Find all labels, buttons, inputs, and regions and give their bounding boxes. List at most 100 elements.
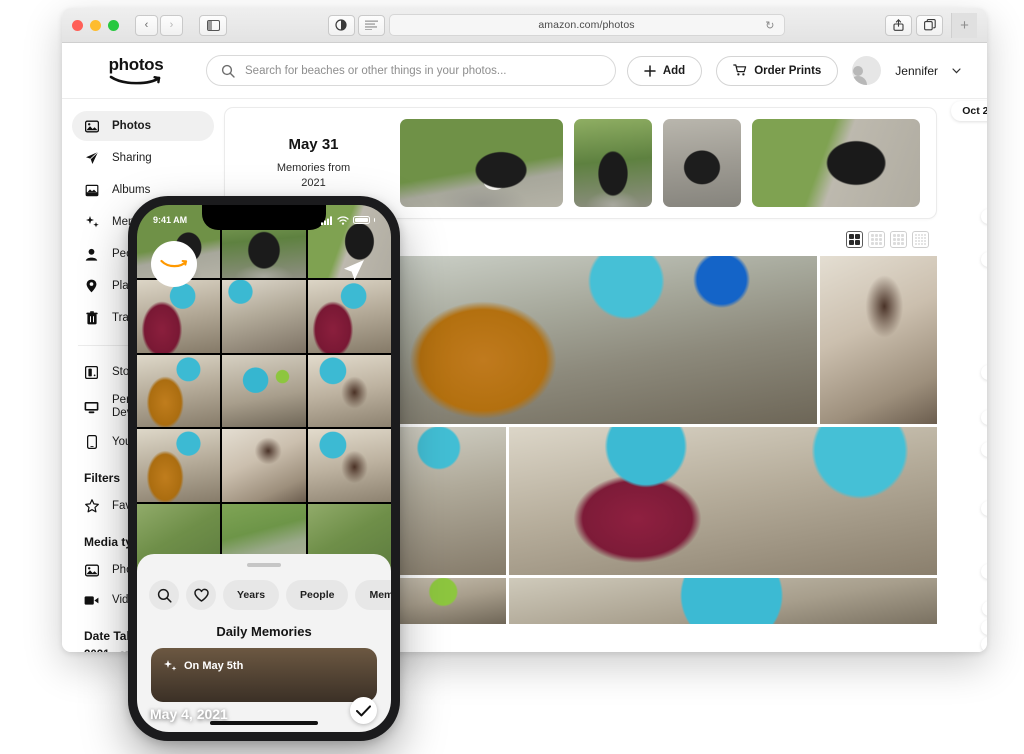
star-icon: [84, 499, 99, 513]
memory-thumbnail[interactable]: [752, 119, 920, 207]
phone-photo-cell[interactable]: [307, 354, 391, 428]
memory-thumbnail[interactable]: [400, 119, 563, 207]
share-icon: [893, 19, 904, 31]
photo-cell[interactable]: [509, 427, 937, 575]
timeline-year[interactable]: 2013: [980, 501, 987, 516]
avatar[interactable]: [852, 56, 882, 85]
phone-photo-cell[interactable]: [307, 279, 391, 353]
phone-photo-cell[interactable]: [222, 279, 306, 353]
maximize-window-button[interactable]: [108, 19, 119, 31]
add-label: Add: [662, 64, 686, 77]
memory-thumbnail[interactable]: [574, 119, 652, 207]
timeline-year[interactable]: 2021: [980, 209, 987, 224]
photo-icon: [84, 120, 99, 133]
amazon-photos-logo[interactable]: photos: [88, 55, 184, 86]
wifi-icon: [336, 215, 349, 225]
order-prints-button[interactable]: Order Prints: [716, 55, 839, 86]
photo-cell[interactable]: [509, 578, 937, 624]
daily-memory-label-group: On May 5th: [163, 659, 243, 673]
phone-icon: [84, 435, 99, 449]
timeline-year[interactable]: 2011: [981, 601, 987, 616]
phone-photo-cell[interactable]: [307, 429, 391, 503]
density-small-button[interactable]: [890, 231, 907, 248]
photo-cell[interactable]: [340, 256, 817, 424]
phone-photo-cell[interactable]: [222, 429, 306, 503]
timeline-year[interactable]: 2007: [980, 637, 987, 652]
reload-button[interactable]: ↻: [765, 19, 774, 32]
chevron-down-icon[interactable]: [952, 67, 961, 74]
dark-mode-button[interactable]: [327, 14, 355, 36]
chip-people-button[interactable]: People: [286, 580, 349, 610]
chip-years-button[interactable]: Years: [223, 580, 280, 610]
phone-photo-cell[interactable]: [137, 279, 221, 353]
timeline-year-label: 2021: [980, 209, 987, 224]
select-confirm-button[interactable]: [350, 697, 377, 724]
new-tab-button[interactable]: +: [951, 12, 977, 38]
tabs-icon: [923, 19, 936, 31]
back-button[interactable]: ‹: [135, 14, 158, 36]
search-input[interactable]: Search for beaches or other things in yo…: [206, 55, 616, 86]
avatar-head: [852, 66, 863, 76]
density-tiny-button[interactable]: [912, 231, 929, 248]
timeline-year[interactable]: 2018: [980, 365, 987, 380]
forward-button[interactable]: ›: [160, 14, 183, 36]
window-controls[interactable]: [72, 19, 119, 31]
trash-icon: [84, 311, 99, 325]
reader-view-button[interactable]: [357, 14, 385, 36]
memory-thumbnail[interactable]: [663, 119, 741, 207]
timeline-year[interactable]: 2010: [980, 620, 987, 635]
share-button[interactable]: [885, 14, 912, 36]
cart-icon: [733, 64, 747, 76]
phone-photo-cell[interactable]: [137, 429, 221, 503]
timeline-year[interactable]: 2015: [980, 442, 987, 457]
timeline-year[interactable]: 2012: [980, 564, 987, 579]
close-window-button[interactable]: [72, 19, 83, 31]
photo-cell[interactable]: [820, 256, 937, 424]
daily-memories-title: Daily Memories: [216, 624, 312, 639]
add-button[interactable]: Add: [626, 55, 703, 86]
timeline-scrubber[interactable]: Oct 2021 2021 2020: [949, 99, 987, 652]
navigation-buttons[interactable]: ‹ ›: [135, 14, 183, 36]
chip-favorites-button[interactable]: [186, 580, 216, 610]
order-prints-label: Order Prints: [754, 64, 822, 77]
timeline-year-label: 2012: [980, 564, 987, 579]
sidebar-item-sharing[interactable]: Sharing: [72, 143, 214, 173]
screenshot-root: ‹ › amazon.com/photos ↻ + photos Search …: [0, 0, 1024, 754]
reader-lines-icon: [364, 20, 378, 30]
timeline-year-label: 2007: [980, 637, 987, 652]
density-medium-button[interactable]: [868, 231, 885, 248]
timeline-year[interactable]: 2020: [980, 252, 987, 267]
daily-memory-card[interactable]: On May 5th: [151, 648, 377, 702]
chip-search-button[interactable]: [149, 580, 179, 610]
sidebar-toggle-button[interactable]: [199, 14, 227, 36]
minimize-window-button[interactable]: [90, 19, 101, 31]
chip-memories-button[interactable]: Memories: [355, 580, 391, 610]
phone-status-bar: 9:41 AM: [137, 205, 391, 231]
memories-subtitle: Memories from 2021: [276, 161, 351, 189]
timeline-current-label: Oct 2021: [951, 101, 987, 121]
timeline-current[interactable]: Oct 2021: [951, 101, 987, 121]
phone-photo-date: May 4, 2021: [150, 706, 228, 722]
send-icon: [343, 259, 365, 286]
user-name-label[interactable]: Jennifer: [895, 64, 938, 78]
page-controls[interactable]: [327, 14, 385, 36]
search-placeholder: Search for beaches or other things in yo…: [245, 64, 507, 77]
timeline-year-label: 2013: [980, 501, 987, 516]
tabs-overview-button[interactable]: [916, 14, 943, 36]
sidebar-item-photos[interactable]: Photos: [72, 111, 214, 141]
phone-photo-cell[interactable]: [137, 354, 221, 428]
memories-thumbnails: [400, 119, 920, 207]
url-text: amazon.com/photos: [538, 19, 635, 31]
timeline-year[interactable]: 2016: [980, 410, 987, 425]
phone-grid-row: [137, 429, 391, 503]
sidebar-item-label: Photos: [112, 120, 151, 132]
density-large-button[interactable]: [846, 231, 863, 248]
phone-photo-cell[interactable]: [222, 354, 306, 428]
sidebar-item-label: Albums: [112, 184, 151, 196]
sparkle-icon: [164, 660, 177, 671]
home-indicator[interactable]: [210, 721, 318, 725]
timeline-year-label: 2020: [980, 252, 987, 267]
address-bar[interactable]: amazon.com/photos ↻: [388, 14, 785, 36]
date-filter-year: 2021: [84, 649, 110, 652]
sheet-grabber[interactable]: [247, 563, 281, 567]
